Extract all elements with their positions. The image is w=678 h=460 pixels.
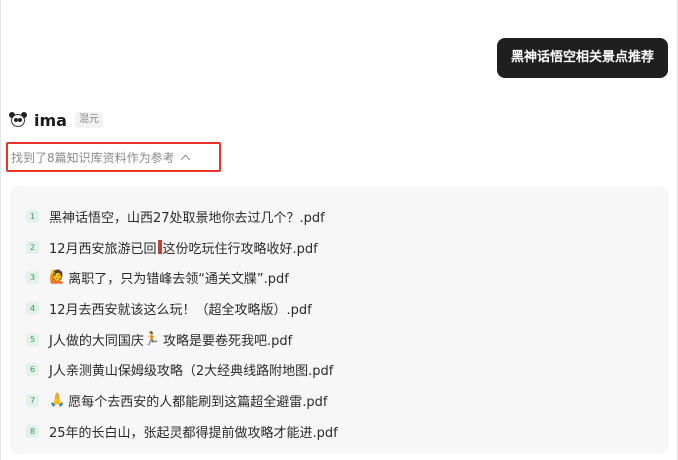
reference-item[interactable]: 4 12月去西安就该这么玩！（超全攻略版）.pdf — [10, 293, 669, 324]
reference-number: 4 — [26, 301, 39, 315]
reference-title-part: 这份吃玩住行攻略收好.pdf — [162, 241, 318, 257]
reference-number: 1 — [26, 209, 39, 223]
assistant-name: ima — [34, 110, 67, 130]
reference-title: 25年的长白山，张起灵都得提前做攻略才能进.pdf — [49, 425, 338, 441]
reference-title-part: 12月西安旅游已回 — [49, 241, 157, 257]
reference-title: 🙏 愿每个去西安的人都能刷到这篇超全避雷.pdf — [49, 391, 327, 410]
reference-title: J人做的大同国庆 🏃 攻略是要卷死我吧.pdf — [49, 330, 292, 349]
reference-item[interactable]: 6 J人亲测黄山保姆级攻略（2大经典线路附地图.pdf — [10, 354, 669, 385]
reference-item[interactable]: 2 12月西安旅游已回 这份吃玩住行攻略收好.pdf — [10, 232, 669, 263]
reference-item[interactable]: 7 🙏 愿每个去西安的人都能刷到这篇超全避雷.pdf — [10, 385, 669, 416]
reference-number: 5 — [26, 332, 39, 346]
model-tag: 混元 — [74, 112, 103, 128]
folded-hands-icon: 🙏 — [49, 392, 66, 408]
reference-title: J人亲测黄山保姆级攻略（2大经典线路附地图.pdf — [49, 364, 334, 380]
reference-title-part: 攻略是要卷死我吧.pdf — [163, 333, 293, 349]
reference-item[interactable]: 8 25年的长白山，张起灵都得提前做攻略才能进.pdf — [10, 416, 669, 447]
reference-item[interactable]: 1 黑神话悟空，山西27处取景地你去过几个？.pdf — [10, 201, 669, 232]
user-message-bubble: 黑神话悟空相关景点推荐 — [496, 38, 668, 78]
panda-icon — [9, 112, 27, 128]
reference-title-part: J人做的大同国庆 — [49, 333, 144, 349]
chevron-up-icon — [180, 154, 191, 164]
chat-window: 黑神话悟空相关景点推荐 ima 混元 找到了8篇知识库资料作为参考 1 黑神话悟… — [0, 0, 678, 460]
reference-title: 12月西安旅游已回 这份吃玩住行攻略收好.pdf — [49, 238, 318, 257]
references-toggle-label: 找到了8篇知识库资料作为参考 — [11, 150, 175, 165]
reference-item[interactable]: 5 J人做的大同国庆 🏃 攻略是要卷死我吧.pdf — [10, 324, 669, 355]
reference-title: 黑神话悟空，山西27处取景地你去过几个？.pdf — [49, 210, 325, 226]
reference-number: 7 — [26, 393, 39, 407]
reference-title: 🙋 离职了，只为错峰去领“通关文牒”.pdf — [49, 268, 289, 287]
reference-number: 6 — [26, 363, 39, 377]
reference-number: 3 — [26, 271, 39, 285]
reference-item[interactable]: 3 🙋 离职了，只为错峰去领“通关文牒”.pdf — [10, 262, 669, 293]
references-toggle[interactable]: 找到了8篇知识库资料作为参考 — [6, 142, 221, 172]
reference-title-part: 愿每个去西安的人都能刷到这篇超全避雷.pdf — [68, 394, 328, 410]
running-person-icon: 🏃 — [143, 331, 161, 347]
reference-number: 2 — [26, 240, 39, 254]
reference-number: 8 — [26, 424, 39, 438]
assistant-header: ima 混元 — [9, 109, 103, 131]
reference-title: 12月去西安就该这么玩！（超全攻略版）.pdf — [49, 302, 312, 318]
references-list: 1 黑神话悟空，山西27处取景地你去过几个？.pdf 2 12月西安旅游已回 这份… — [10, 186, 669, 454]
red-bar-icon — [157, 240, 162, 255]
reference-title-part: 离职了，只为错峰去领“通关文牒”.pdf — [68, 272, 289, 288]
person-raising-hand-icon: 🙋 — [49, 270, 66, 286]
